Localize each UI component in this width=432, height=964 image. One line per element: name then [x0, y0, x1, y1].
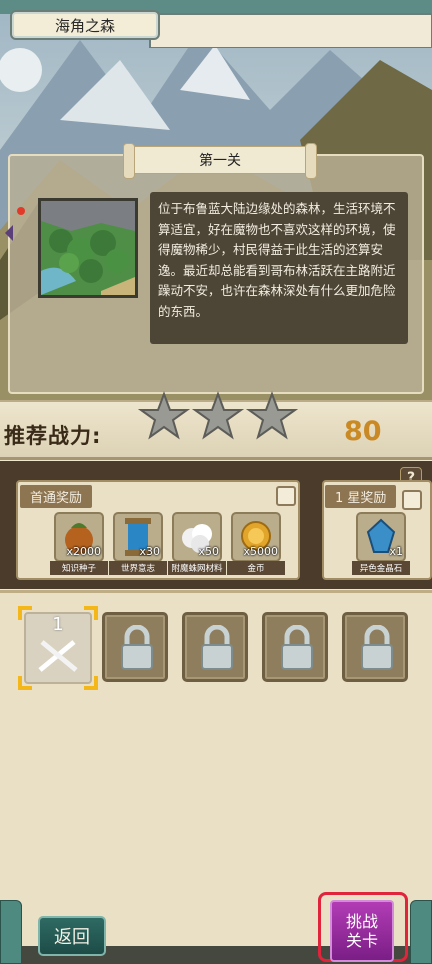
first-clear-checkbox — [276, 486, 296, 506]
reward-name: 异色金晶石 — [352, 561, 410, 575]
recommended-power-label: 推荐战力: — [4, 424, 102, 448]
star-icon — [138, 391, 298, 440]
crossed-swords-icon — [38, 640, 78, 672]
stage-slot-locked[interactable] — [262, 612, 328, 682]
reward-count: x2000 — [66, 545, 101, 558]
reward-name: 附魔蛛网材料 — [168, 561, 226, 575]
reward-count: x1 — [389, 545, 403, 558]
challenge-label-line2: 关卡 — [345, 931, 378, 950]
stage-description: 位于布鲁蓝大陆边缘处的森林，生活环境不算适宜，好在魔物也不喜欢这样的环境，使得魔… — [150, 192, 408, 344]
lock-icon — [281, 625, 313, 670]
reward-name: 知识种子 — [50, 561, 108, 575]
first-clear-reward-title: 首通奖励 — [20, 485, 93, 508]
reward-item[interactable]: x2000 知识种子 — [50, 512, 108, 575]
recommended-power-value: 80 — [344, 416, 382, 447]
reward-count: x30 — [139, 545, 160, 558]
challenge-stage-button[interactable]: 挑战 关卡 — [330, 900, 394, 962]
reward-item[interactable]: x50 附魔蛛网材料 — [168, 512, 226, 575]
side-arrow-icon[interactable] — [4, 224, 14, 242]
reward-item[interactable]: x30 世界意志 — [109, 512, 167, 575]
stage-thumbnail — [38, 198, 138, 298]
selection-corner — [18, 606, 32, 620]
game-screen: 海角之森 第一关 位于布鲁蓝大陆边缘处的森林，生活环境不算适宜，好在魔物也不喜欢… — [0, 0, 432, 964]
one-star-checkbox — [402, 490, 422, 510]
reward-item[interactable]: x1 异色金晶石 — [352, 512, 410, 575]
lock-icon — [361, 625, 393, 670]
selection-corner — [84, 606, 98, 620]
reward-name: 金币 — [227, 561, 285, 575]
challenge-label-line1: 挑战 — [345, 912, 378, 931]
map-title: 海角之森 — [10, 10, 160, 40]
selection-corner — [18, 676, 32, 690]
lock-icon — [201, 625, 233, 670]
bottom-frame-right — [410, 900, 432, 964]
reward-item[interactable]: x5000 金币 — [227, 512, 285, 575]
stage-slot-locked[interactable] — [102, 612, 168, 682]
one-star-reward-title: 1 星奖励 — [325, 485, 397, 508]
back-button[interactable]: 返回 — [38, 916, 106, 956]
selection-corner — [84, 676, 98, 690]
star-rating — [138, 391, 298, 440]
lock-icon — [121, 625, 153, 670]
reward-count: x50 — [198, 545, 219, 558]
stage-name: 第一关 — [199, 153, 241, 169]
notification-dot — [17, 207, 25, 215]
stage-name-ribbon: 第一关 — [123, 143, 317, 179]
stage-slot-selected[interactable]: 1 — [18, 606, 98, 690]
bottom-frame-left — [0, 900, 22, 964]
reward-name: 世界意志 — [109, 561, 167, 575]
stage-slot-locked[interactable] — [342, 612, 408, 682]
stage-slot-locked[interactable] — [182, 612, 248, 682]
reward-count: x5000 — [243, 545, 278, 558]
